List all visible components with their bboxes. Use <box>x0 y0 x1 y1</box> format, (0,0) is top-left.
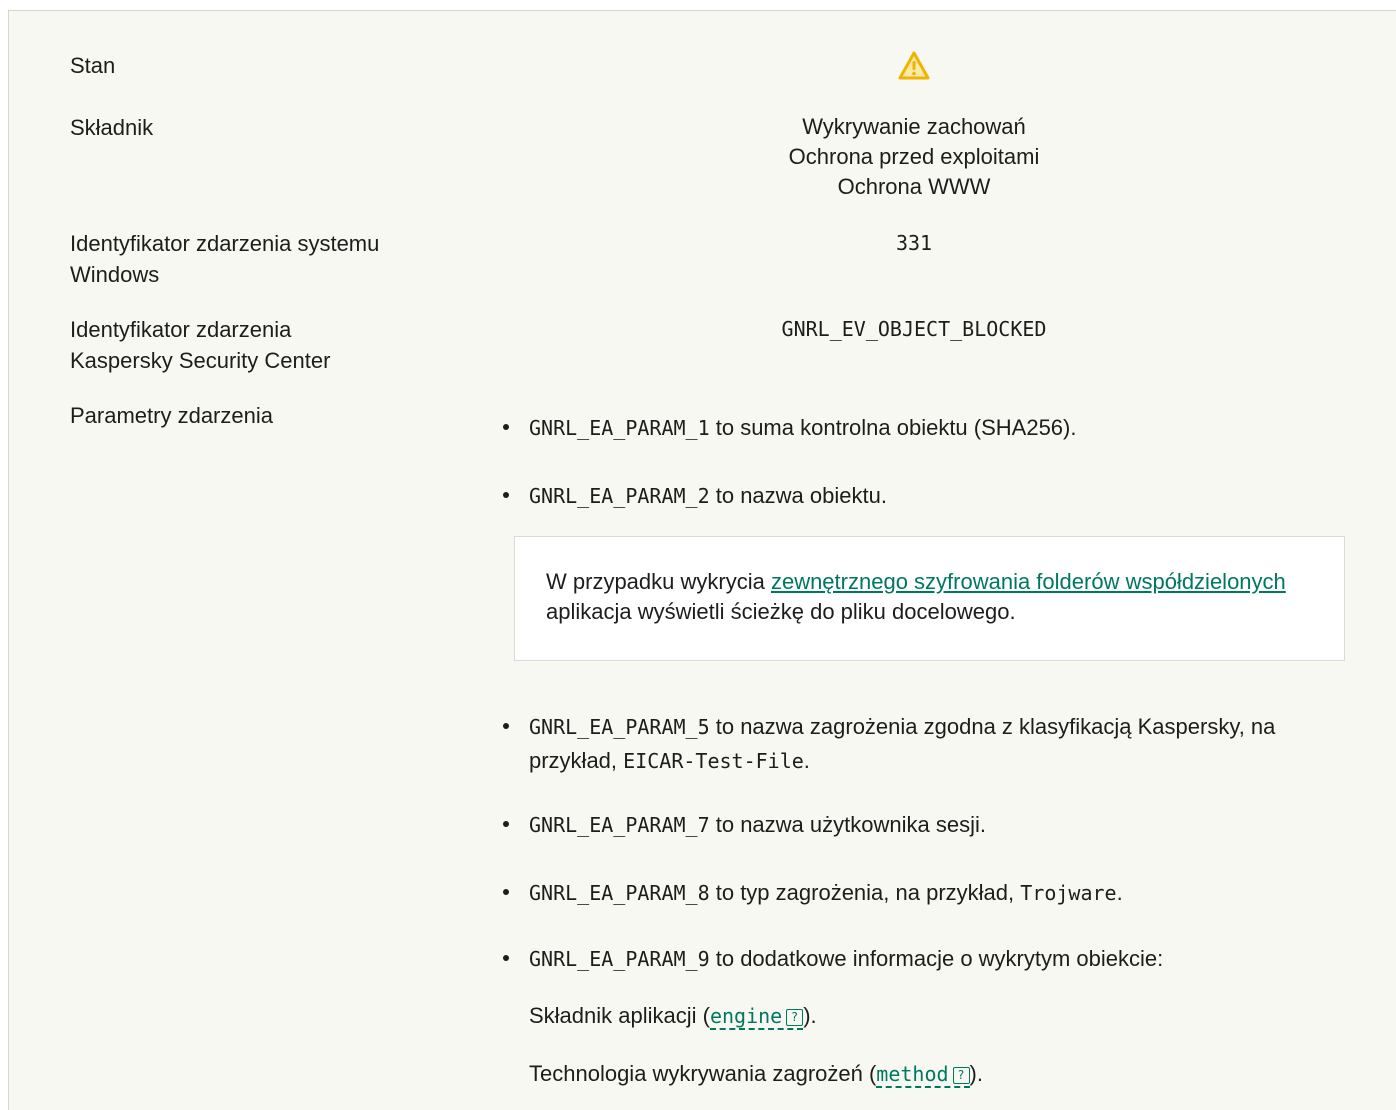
param-5-code: GNRL_EA_PARAM_5 <box>529 715 710 739</box>
engine-line: Składnik aplikacji (engine?). <box>529 999 817 1033</box>
shared-folder-encryption-link[interactable]: zewnętrznego szyfrowania folderów współd… <box>771 569 1286 594</box>
param-8-end: . <box>1116 880 1123 905</box>
param-7-item: GNRL_EA_PARAM_7 to nazwa użytkownika ses… <box>529 808 1349 842</box>
param-5-text: to nazwa zagrożenia zgodna z klasyfikacj… <box>709 714 1276 739</box>
param-1-item: GNRL_EA_PARAM_1 to suma kontrolna obiekt… <box>529 411 1349 445</box>
param-2-code: GNRL_EA_PARAM_2 <box>529 484 710 508</box>
param-8-item: GNRL_EA_PARAM_8 to typ zagrożenia, na pr… <box>529 876 1349 910</box>
method-term-text: method <box>876 1062 949 1086</box>
ksc-event-id-label-line1: Identyfikator zdarzenia <box>70 317 292 342</box>
param-5-end: . <box>803 748 810 773</box>
method-line: Technologia wykrywania zagrożeń (method?… <box>529 1057 983 1091</box>
param-9-text: to dodatkowe informacje o wykrytym obiek… <box>709 946 1164 971</box>
windows-event-id-label: Identyfikator zdarzenia systemu Windows <box>70 228 379 290</box>
bullet <box>503 492 509 498</box>
method-term[interactable]: method? <box>876 1062 970 1088</box>
component-value-1: Wykrywanie zachowań <box>802 114 1026 139</box>
event-params-label: Parametry zdarzenia <box>70 403 273 428</box>
engine-term-text: engine <box>709 1004 783 1028</box>
warning-icon <box>898 51 930 80</box>
note-text-after: aplikacja wyświetli ścieżkę do pliku doc… <box>546 599 1016 624</box>
note-text: W przypadku wykrycia zewnętrznego szyfro… <box>546 567 1326 627</box>
ksc-event-id-label-line2: Kaspersky Security Center <box>70 348 331 373</box>
param-9-item: GNRL_EA_PARAM_9 to dodatkowe informacje … <box>529 942 1349 976</box>
param-8-example: Trojware <box>1020 881 1117 905</box>
note-text-before: W przypadku wykrycia <box>546 569 771 594</box>
param-5-item: GNRL_EA_PARAM_5 to nazwa zagrożenia zgod… <box>529 710 1349 778</box>
param-1-code: GNRL_EA_PARAM_1 <box>529 416 710 440</box>
param-9-code: GNRL_EA_PARAM_9 <box>529 947 710 971</box>
windows-event-id-label-line2: Windows <box>70 262 160 287</box>
engine-line-before: Składnik aplikacji ( <box>529 1003 710 1028</box>
param-5-example: EICAR-Test-File <box>623 749 804 773</box>
status-label: Stan <box>70 53 116 78</box>
bullet <box>503 723 509 729</box>
help-icon[interactable]: ? <box>786 1009 804 1026</box>
windows-event-id-label-line1: Identyfikator zdarzenia systemu <box>70 231 380 256</box>
event-details-panel: Stan Składnik Wykrywanie zachowań Ochron… <box>8 10 1396 1110</box>
component-value-2: Ochrona przed exploitami <box>788 144 1040 169</box>
param-7-text: to nazwa użytkownika sesji. <box>709 812 986 837</box>
bullet <box>503 821 509 827</box>
component-label: Składnik <box>70 115 154 140</box>
engine-line-after: ). <box>803 1003 817 1028</box>
param-1-text: to suma kontrolna obiektu (SHA256). <box>709 415 1077 440</box>
windows-event-id-value: 331 <box>895 231 933 255</box>
ksc-event-id-label: Identyfikator zdarzenia Kaspersky Securi… <box>70 314 330 376</box>
param-7-code: GNRL_EA_PARAM_7 <box>529 813 710 837</box>
param-8-code: GNRL_EA_PARAM_8 <box>529 881 710 905</box>
param-5-text2: przykład, <box>529 748 624 773</box>
bullet <box>503 955 509 961</box>
param-8-text: to typ zagrożenia, na przykład, <box>709 880 1021 905</box>
component-value-3: Ochrona WWW <box>837 174 991 199</box>
method-line-before: Technologia wykrywania zagrożeń ( <box>529 1061 877 1086</box>
note-box: W przypadku wykrycia zewnętrznego szyfro… <box>514 536 1345 661</box>
bullet <box>503 889 509 895</box>
param-2-text: to nazwa obiektu. <box>709 483 887 508</box>
engine-term[interactable]: engine? <box>709 1004 804 1030</box>
ksc-event-id-value: GNRL_EV_OBJECT_BLOCKED <box>781 317 1047 341</box>
bullet <box>503 424 509 430</box>
help-icon[interactable]: ? <box>952 1067 970 1084</box>
method-line-after: ). <box>969 1061 983 1086</box>
param-2-item: GNRL_EA_PARAM_2 to nazwa obiektu. <box>529 479 1349 513</box>
